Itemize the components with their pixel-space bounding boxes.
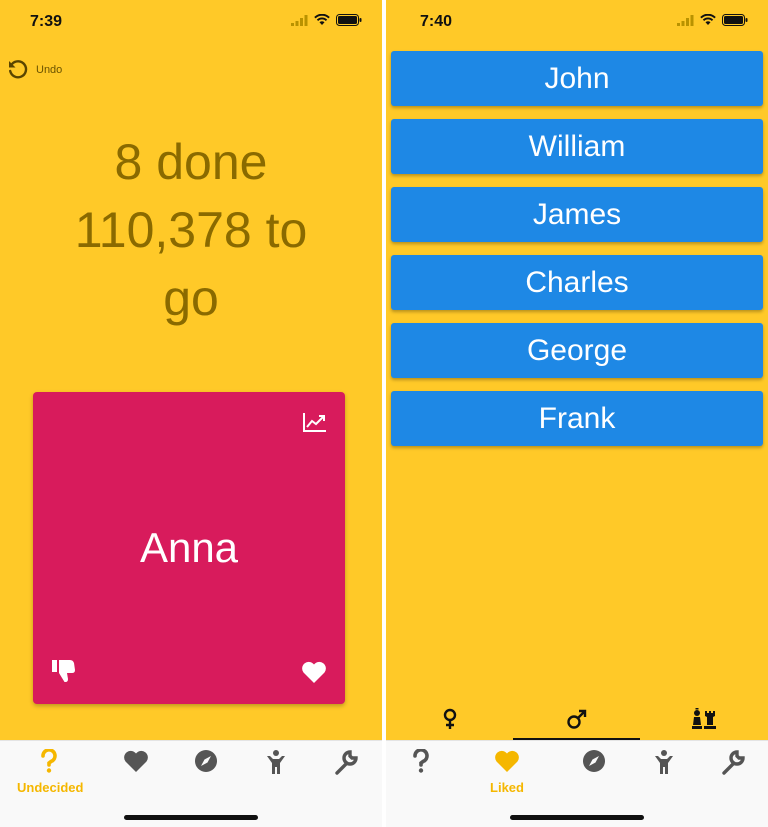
gender-filter-tabs xyxy=(386,697,768,740)
tab-undecided[interactable] xyxy=(389,748,453,778)
tab-settings[interactable] xyxy=(701,749,765,780)
status-time: 7:40 xyxy=(420,13,453,30)
bottom-tab-bar: Undecided xyxy=(0,740,382,827)
home-indicator xyxy=(124,815,258,820)
tab-person[interactable] xyxy=(244,749,308,780)
signal-icon xyxy=(291,14,308,26)
card-name: Anna xyxy=(139,524,239,571)
bottom-tab-bar: Liked xyxy=(386,740,768,827)
name-card[interactable]: Anna xyxy=(33,392,345,704)
undo-icon xyxy=(9,60,28,79)
wifi-icon xyxy=(314,14,330,25)
wrench-icon xyxy=(335,750,358,775)
wifi-icon xyxy=(700,14,716,25)
battery-icon xyxy=(336,14,362,26)
thumbs-down-icon[interactable] xyxy=(51,658,77,684)
tab-label-liked: Liked xyxy=(490,780,524,795)
name-button-charles[interactable]: Charles xyxy=(391,255,763,310)
home-indicator xyxy=(510,815,644,820)
compass-icon xyxy=(583,750,605,772)
tab-explore[interactable] xyxy=(562,749,626,778)
heart-icon xyxy=(124,750,148,772)
status-bar: 7:40 xyxy=(386,0,768,46)
tab-liked[interactable]: Liked xyxy=(475,749,539,795)
undo-button[interactable]: Undo xyxy=(6,58,62,82)
chart-icon[interactable] xyxy=(303,412,327,432)
status-bar: 7:39 xyxy=(0,0,382,46)
name-button-john[interactable]: John xyxy=(391,51,763,106)
heart-icon[interactable] xyxy=(301,660,327,684)
person-icon xyxy=(267,750,285,774)
battery-icon xyxy=(722,14,748,26)
tab-explore[interactable] xyxy=(174,749,238,778)
female-icon xyxy=(443,708,456,729)
status-time: 7:39 xyxy=(30,13,63,30)
remaining-count-line2: go xyxy=(163,270,219,326)
tab-settings[interactable] xyxy=(314,749,378,780)
progress-counter: 8 done 110,378 to go xyxy=(0,128,382,332)
tab-liked[interactable] xyxy=(104,749,168,778)
name-button-frank[interactable]: Frank xyxy=(391,391,763,446)
question-icon xyxy=(41,748,57,773)
name-button-william[interactable]: William xyxy=(391,119,763,174)
heart-icon xyxy=(495,750,519,772)
tab-person[interactable] xyxy=(632,749,696,780)
undo-label: Undo xyxy=(36,64,63,76)
tab-male[interactable] xyxy=(513,697,640,740)
chess-icon xyxy=(691,707,716,729)
wrench-icon xyxy=(722,750,745,775)
liked-names-list: John William James Charles George Frank xyxy=(391,51,763,459)
male-icon xyxy=(566,709,586,729)
liked-screen: 7:40 John William James Charles George F… xyxy=(386,0,768,827)
tab-label-undecided: Undecided xyxy=(17,780,84,795)
undecided-screen: 7:39 Undo 8 done 110,378 to go Anna Unde… xyxy=(0,0,382,827)
tab-unisex[interactable] xyxy=(640,697,767,740)
compass-icon xyxy=(195,750,217,772)
question-icon xyxy=(413,748,429,773)
remaining-count-line1: 110,378 to xyxy=(74,202,308,258)
name-button-george[interactable]: George xyxy=(391,323,763,378)
tab-female[interactable] xyxy=(386,697,513,740)
done-count: 8 done xyxy=(114,134,268,190)
signal-icon xyxy=(677,14,694,26)
tab-undecided[interactable]: Undecided xyxy=(17,748,84,795)
person-icon xyxy=(655,750,673,774)
name-button-james[interactable]: James xyxy=(391,187,763,242)
